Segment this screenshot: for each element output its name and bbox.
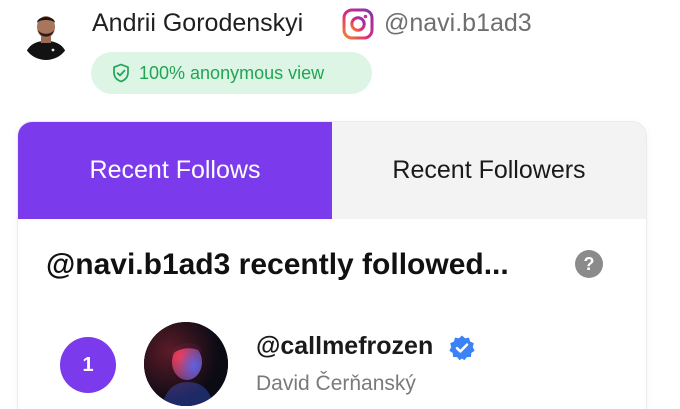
page: Andrii Gorodenskyi @navi.b1ad3 100% anon… xyxy=(0,0,680,409)
profile-avatar[interactable] xyxy=(22,6,70,60)
question-mark-icon[interactable]: ? xyxy=(575,250,603,278)
profile-name: Andrii Gorodenskyi xyxy=(92,9,304,37)
user-full-name: David Čerňanský xyxy=(256,372,416,395)
instagram-icon[interactable] xyxy=(342,8,374,40)
anonymous-view-badge: 100% anonymous view xyxy=(91,52,372,94)
user-avatar[interactable] xyxy=(144,322,228,406)
shield-check-icon xyxy=(113,63,129,83)
tab-recent-follows[interactable]: Recent Follows xyxy=(18,122,332,219)
tab-recent-followers[interactable]: Recent Followers xyxy=(332,122,646,219)
tab-bar: Recent Follows Recent Followers xyxy=(18,122,646,219)
verified-badge-icon xyxy=(448,334,476,362)
follows-card: Recent Follows Recent Followers @navi.b1… xyxy=(18,122,646,409)
section-title: @navi.b1ad3 recently followed... xyxy=(46,248,509,281)
anonymous-view-text: 100% anonymous view xyxy=(139,62,325,83)
profile-handle[interactable]: @navi.b1ad3 xyxy=(384,9,532,38)
rank-badge: 1 xyxy=(60,337,116,393)
username[interactable]: @callmefrozen xyxy=(256,332,433,361)
